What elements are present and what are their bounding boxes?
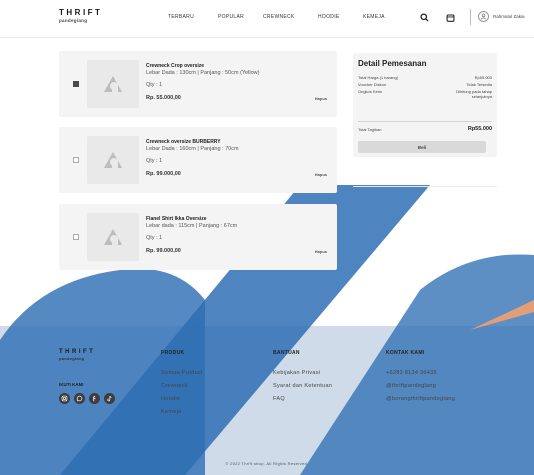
item-name: Flanel Shirt Ikka Oversize <box>146 216 207 222</box>
summary-row-bill: Total Tagihan Rp55.000 <box>358 126 492 132</box>
footer-produk-title: PRODUK <box>161 350 185 356</box>
footer-link-faq[interactable]: FAQ <box>273 396 285 402</box>
footer-contact-phone[interactable]: +6283 8134 36435 <box>386 370 437 376</box>
footer-kontak-title: KONTAK KAMI <box>386 350 425 356</box>
summary-row-total-price: Total Harga (1 barang) Rp55.000 <box>358 75 492 80</box>
item-name: Crewneck oversize BURBERRY <box>146 139 221 145</box>
item-checkbox[interactable] <box>73 81 79 87</box>
item-price: Rp. 99.000,00 <box>146 248 181 254</box>
item-price: Rp. 99.000,00 <box>146 171 181 177</box>
footer-bantuan-title: BANTUAN <box>273 350 300 356</box>
footer-contact-instagram-1[interactable]: @thriftpandeglang <box>386 383 436 389</box>
item-size: Lebar dada : 115cm | Panjang : 67cm <box>146 223 238 229</box>
summary-bottom-divider <box>353 186 497 187</box>
shipping-label: Ongkos Kirim <box>358 89 383 94</box>
shipping-value-line-2: selanjutnya <box>471 94 492 99</box>
item-checkbox[interactable] <box>73 157 79 163</box>
search-icon[interactable] <box>417 10 431 24</box>
user-icon <box>478 11 489 22</box>
site-header: THRIFT pandeglang TERBARU POPULAR CREWNE… <box>0 0 534 38</box>
item-qty: Qty : 1 <box>146 82 163 88</box>
summary-row-shipping: Ongkos Kirim Dihitung pada tahap selanju… <box>358 89 492 99</box>
nav-item-crewneck[interactable]: CREWNECK <box>263 14 295 20</box>
shipping-value: Dihitung pada tahap selanjutnya <box>456 89 492 99</box>
instagram-icon[interactable] <box>59 393 70 404</box>
header-divider <box>470 9 471 25</box>
nav-item-hoodie[interactable]: HOODIE <box>318 14 340 20</box>
footer-link-kebijakan-privasi[interactable]: Kebijakan Privasi <box>273 370 320 376</box>
voucher-value: Tidak Tersedia <box>466 82 492 87</box>
follow-us-label: IKUTI KAMI <box>59 382 84 387</box>
footer-link-crewneck[interactable]: Crewneck <box>161 383 188 389</box>
footer-logo-title: THRIFT <box>59 349 96 355</box>
bag-icon[interactable] <box>443 10 457 24</box>
footer-link-semua-product[interactable]: Semua Product <box>161 370 203 376</box>
copyright-text: © 2022 Thrift shop. All Rights Reserved. <box>225 461 309 466</box>
product-image-placeholder <box>87 60 139 108</box>
footer-contact-instagram-2[interactable]: @borongthriftpandeglang <box>386 396 455 402</box>
user-menu[interactable]: Rahmatul Zakia <box>478 11 525 22</box>
nav-item-kemeja[interactable]: KEMEJA <box>363 14 385 20</box>
bill-value: Rp55.000 <box>467 126 492 132</box>
facebook-icon[interactable] <box>89 393 100 404</box>
cart-item: Flanel Shirt Ikka Oversize Lebar dada : … <box>59 204 337 270</box>
item-qty: Qty : 1 <box>146 235 163 241</box>
voucher-label: Voucher Diskon <box>358 82 387 87</box>
user-name: Rahmatul Zakia <box>493 14 525 19</box>
summary-row-voucher: Voucher Diskon Tidak Tersedia <box>358 82 492 87</box>
item-size: Lebar Dada : 130cm | Panjang : 50cm (Yel… <box>146 70 260 76</box>
delete-button[interactable]: Hapus <box>315 172 327 177</box>
footer-link-kemeja[interactable]: Kemeja <box>161 409 181 415</box>
product-image-placeholder <box>87 136 139 184</box>
buy-button[interactable]: Beli <box>358 141 486 153</box>
nav-item-popular[interactable]: POPULAR <box>218 14 244 20</box>
total-price-value: Rp55.000 <box>474 75 492 80</box>
product-image-placeholder <box>87 213 139 261</box>
cart-item: Crewneck oversize BURBERRY Lebar Dada : … <box>59 127 337 193</box>
delete-button[interactable]: Hapus <box>315 96 327 101</box>
footer-logo[interactable]: THRIFT pandeglang <box>59 349 95 361</box>
item-price: Rp. 55.000,00 <box>146 95 181 101</box>
footer-link-syarat-ketentuan[interactable]: Syarat dan Ketentuan <box>273 383 332 389</box>
order-summary-panel: Detail Pemesanan Total Harga (1 barang) … <box>353 53 497 157</box>
site-footer: THRIFT pandeglang IKUTI KAMI PRODUK Semu… <box>0 326 534 475</box>
total-price-label: Total Harga (1 barang) <box>358 75 399 80</box>
tiktok-icon[interactable] <box>104 393 115 404</box>
item-qty: Qty : 1 <box>146 158 163 164</box>
footer-logo-subtitle: pandeglang <box>59 356 85 361</box>
whatsapp-icon[interactable] <box>74 393 85 404</box>
delete-button[interactable]: Hapus <box>315 249 327 254</box>
footer-link-hoodie[interactable]: Hoodie <box>161 396 180 402</box>
summary-divider <box>358 121 492 122</box>
item-checkbox[interactable] <box>73 234 79 240</box>
cart-item: Crewneck Crop oversize Lebar Dada : 130c… <box>59 51 337 117</box>
item-name: Crewneck Crop oversize <box>146 63 205 69</box>
item-size: Lebar Dada : 160cm | Panjang : 70cm <box>146 146 239 152</box>
nav-item-terbaru[interactable]: TERBARU <box>168 14 194 20</box>
summary-title: Detail Pemesanan <box>358 59 427 68</box>
bill-label: Total Tagihan <box>358 127 382 132</box>
